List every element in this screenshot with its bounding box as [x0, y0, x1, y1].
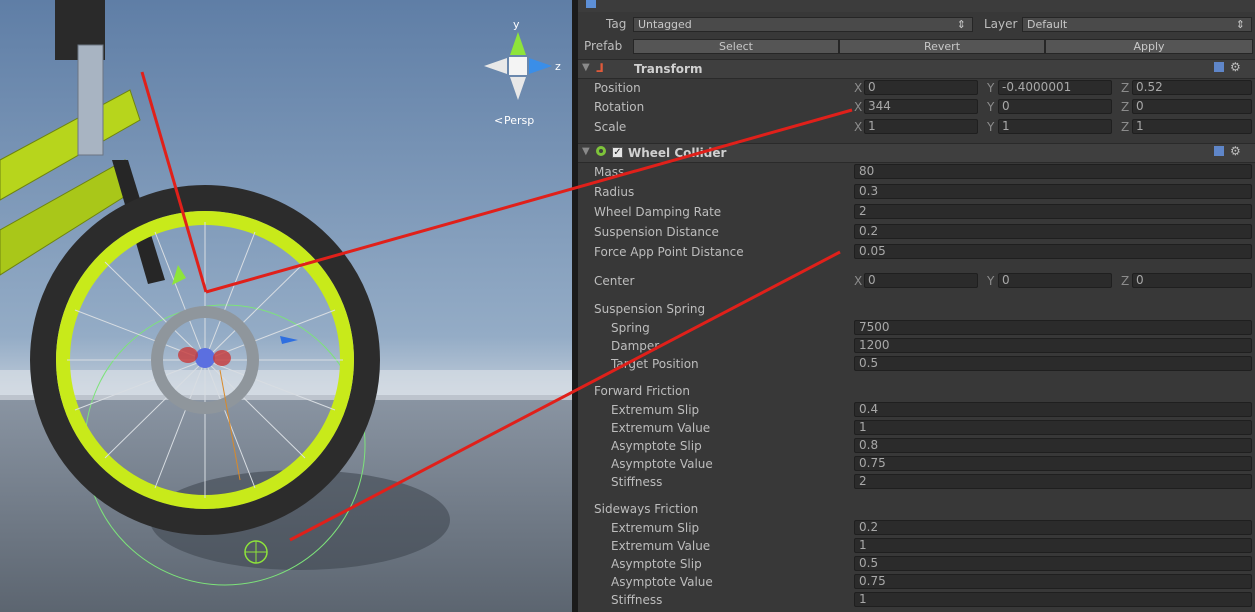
annotation-line-rotation: [205, 108, 853, 294]
annotation-line-fork: [140, 71, 208, 293]
annotation-line-force-app: [289, 250, 841, 542]
annotation-overlay: [140, 71, 853, 542]
